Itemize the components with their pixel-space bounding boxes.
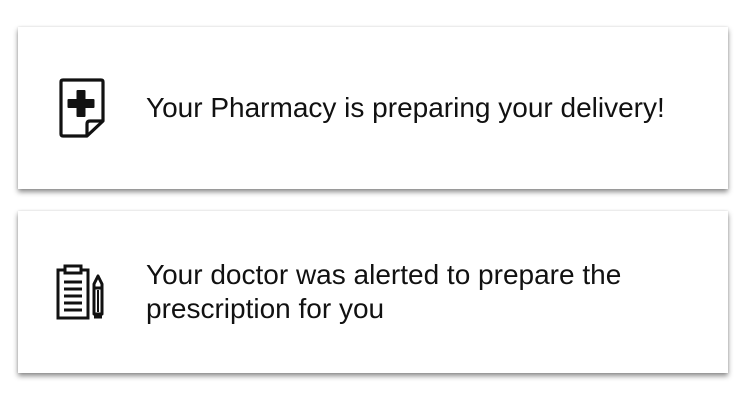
notification-card-pharmacy[interactable]: Your Pharmacy is preparing your delivery… [18,27,728,189]
clipboard-pencil-icon [56,259,108,325]
notification-message: Your doctor was alerted to prepare the p… [146,259,622,324]
notification-list: Your Pharmacy is preparing your delivery… [0,0,750,404]
notification-card-doctor[interactable]: Your doctor was alerted to prepare the p… [18,211,728,373]
prescription-document-icon [56,75,108,141]
notification-message: Your Pharmacy is preparing your delivery… [146,92,665,123]
